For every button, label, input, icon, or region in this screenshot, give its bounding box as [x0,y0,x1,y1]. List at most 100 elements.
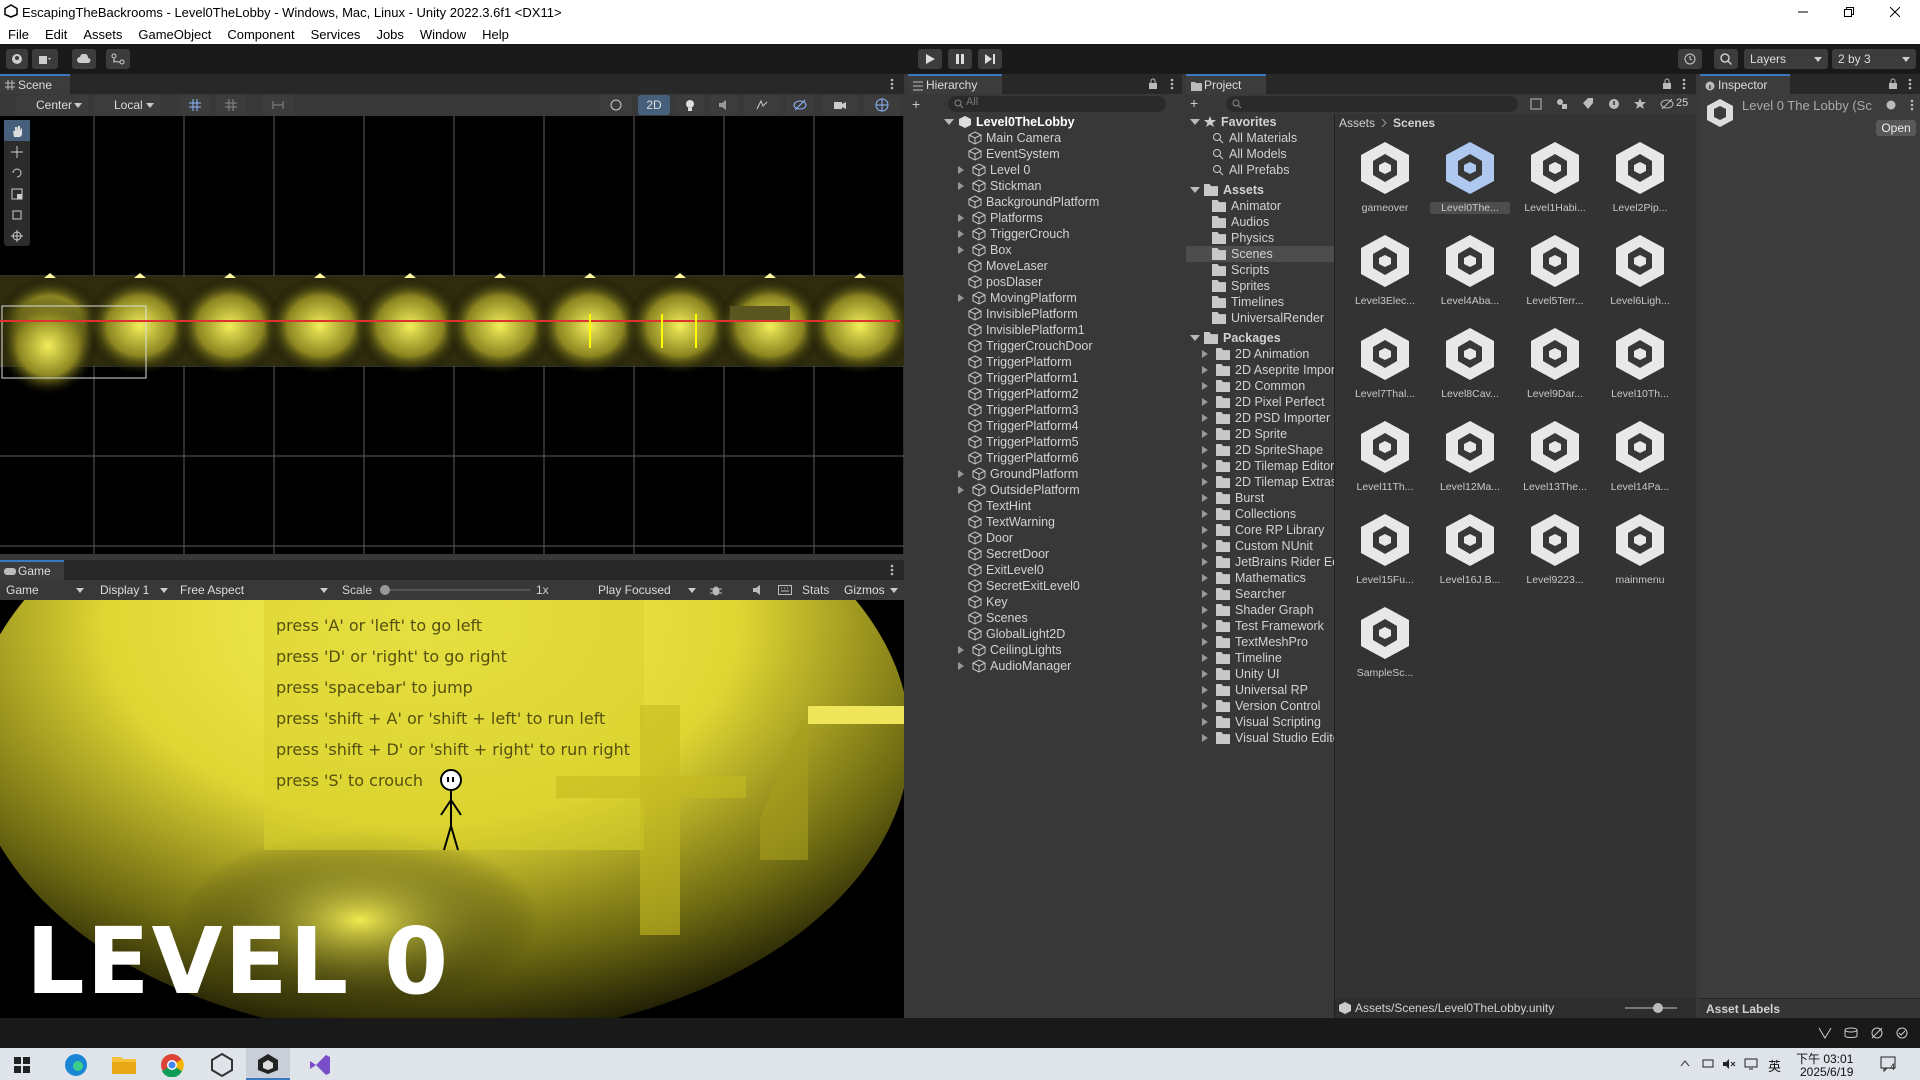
tree-item-packages[interactable]: 2D Sprite [1202,426,1287,442]
tree-item-packages[interactable]: Version Control [1202,698,1320,714]
gizmos-button[interactable] [864,95,900,115]
tree-item-packages[interactable]: Visual Scripting [1202,714,1321,730]
tree-item-packages[interactable]: 2D Common [1202,378,1305,394]
tree-item-assets[interactable]: Animator [1212,198,1281,214]
hierarchy-item[interactable]: TextWarning [958,514,1055,530]
visual-studio-icon[interactable] [308,1053,332,1077]
expand-arrow-icon[interactable] [1202,414,1212,422]
create-button[interactable]: + [912,96,932,112]
scene-asset-tile[interactable]: Level13The... [1515,419,1595,493]
hierarchy-item[interactable]: MovingPlatform [958,290,1077,306]
expand-arrow-icon[interactable] [958,646,968,654]
expand-arrow-icon[interactable] [958,214,968,222]
expand-arrow-icon[interactable] [1202,494,1212,502]
tree-item-favorites[interactable]: All Materials [1212,130,1297,146]
scale-slider-thumb[interactable] [380,585,390,595]
pivot-dropdown[interactable]: Center [16,95,88,115]
hierarchy-item[interactable]: SecretExitLevel0 [958,578,1080,594]
chrome-icon[interactable] [160,1053,184,1077]
expand-arrow-icon[interactable] [958,166,968,174]
search-button[interactable] [1714,49,1738,69]
tree-item-packages[interactable]: Unity UI [1202,666,1279,682]
menu-component[interactable]: Component [219,27,302,42]
hierarchy-item[interactable]: Level 0 [958,162,1030,178]
tree-item-packages[interactable]: 2D Aseprite Import [1202,362,1334,378]
scene-asset-tile[interactable]: Level14Pa... [1600,419,1680,493]
tab-project[interactable]: Project [1186,74,1266,94]
expand-arrow-icon[interactable] [1202,606,1212,614]
hierarchy-search-input[interactable]: All [948,96,1166,112]
gizmos-dropdown[interactable]: Gizmos [838,580,904,600]
hierarchy-item[interactable]: Box [958,242,1012,258]
menu-gameobject[interactable]: GameObject [130,27,219,42]
scene-asset-tile[interactable]: SampleSc... [1345,605,1425,679]
hierarchy-item[interactable]: TriggerPlatform6 [958,450,1079,466]
tree-item-packages[interactable]: Universal RP [1202,682,1308,698]
open-button[interactable]: Open [1876,120,1916,136]
expand-arrow-icon[interactable] [1202,590,1212,598]
hierarchy-item[interactable]: AudioManager [958,658,1071,674]
tree-item-assets[interactable]: Scenes [1186,246,1334,262]
menu-help[interactable]: Help [474,27,517,42]
breadcrumb-assets[interactable]: Assets [1339,116,1375,130]
tree-item-packages[interactable]: 2D Tilemap Extras [1202,474,1334,490]
hierarchy-item[interactable]: InvisiblePlatform1 [958,322,1085,338]
tree-item-packages[interactable]: 2D SpriteShape [1202,442,1323,458]
expand-arrow-icon[interactable] [1202,542,1212,550]
menu-jobs[interactable]: Jobs [368,27,411,42]
collab-button[interactable] [32,49,58,69]
scene-asset-tile[interactable]: Level16J.B... [1430,512,1510,586]
expand-arrow-icon[interactable] [1202,382,1212,390]
expand-arrow-icon[interactable] [958,486,968,494]
hierarchy-item[interactable]: GroundPlatform [958,466,1078,482]
grid-snap-button[interactable] [180,95,210,115]
scene-asset-tile[interactable]: Level2Pip... [1600,140,1680,214]
tree-item-assets[interactable]: Physics [1212,230,1274,246]
hierarchy-item[interactable]: TriggerPlatform2 [958,386,1079,402]
icon-size-slider-thumb[interactable] [1653,1003,1663,1013]
version-control-button[interactable] [106,49,130,69]
more-options-icon[interactable] [1908,78,1912,90]
hierarchy-item[interactable]: posDlaser [958,274,1042,290]
tree-item-packages[interactable]: Core RP Library [1202,522,1324,538]
tree-item-packages[interactable]: 2D Pixel Perfect [1202,394,1325,410]
minimize-button[interactable] [1780,0,1826,24]
hierarchy-item[interactable]: SecretDoor [958,546,1049,562]
keyboard-icon[interactable] [778,584,792,596]
scene-asset-tile[interactable]: gameover [1345,140,1425,214]
scene-asset-tile[interactable]: Level1Habi... [1515,140,1595,214]
tree-item-assets[interactable]: Timelines [1212,294,1284,310]
tree-item-packages[interactable]: Test Framework [1202,618,1324,634]
tree-item-packages[interactable]: Collections [1202,506,1296,522]
debug-icon[interactable] [1870,1027,1884,1039]
menu-file[interactable]: File [0,27,37,42]
space-dropdown[interactable]: Local [94,95,160,115]
volume-muted-icon[interactable] [1722,1058,1736,1070]
scene-asset-tile[interactable]: mainmenu [1600,512,1680,586]
cache-icon[interactable] [1844,1027,1858,1039]
tree-item-packages[interactable]: Visual Studio Edito [1202,730,1334,746]
filter-by-type-icon[interactable] [1556,98,1568,110]
scene-asset-tile[interactable]: Level3Elec... [1345,233,1425,307]
play-button[interactable] [918,49,942,69]
expand-arrow-icon[interactable] [1202,350,1212,358]
expand-arrow-icon[interactable] [1202,622,1212,630]
tree-item-packages[interactable]: Searcher [1202,586,1286,602]
star-icon[interactable] [1634,98,1646,110]
more-options-icon[interactable] [1910,99,1914,111]
scene-asset-tile[interactable]: Level6Ligh... [1600,233,1680,307]
more-options-icon[interactable] [1170,78,1174,90]
draw-mode-button[interactable] [600,95,632,115]
tree-item-packages[interactable]: Burst [1202,490,1264,506]
scene-asset-tile[interactable]: Level11Th... [1345,419,1425,493]
lock-icon[interactable] [1662,78,1672,90]
hierarchy-item[interactable]: TextHint [958,498,1031,514]
rect-tool[interactable] [4,204,30,225]
expand-arrow-icon[interactable] [958,470,968,478]
edge-icon[interactable] [64,1053,88,1077]
hierarchy-item[interactable]: EventSystem [958,146,1060,162]
tree-item-packages[interactable]: Custom NUnit [1202,538,1313,554]
lock-icon[interactable] [1148,78,1158,90]
rotate-tool[interactable] [4,162,30,183]
move-tool[interactable] [4,141,30,162]
